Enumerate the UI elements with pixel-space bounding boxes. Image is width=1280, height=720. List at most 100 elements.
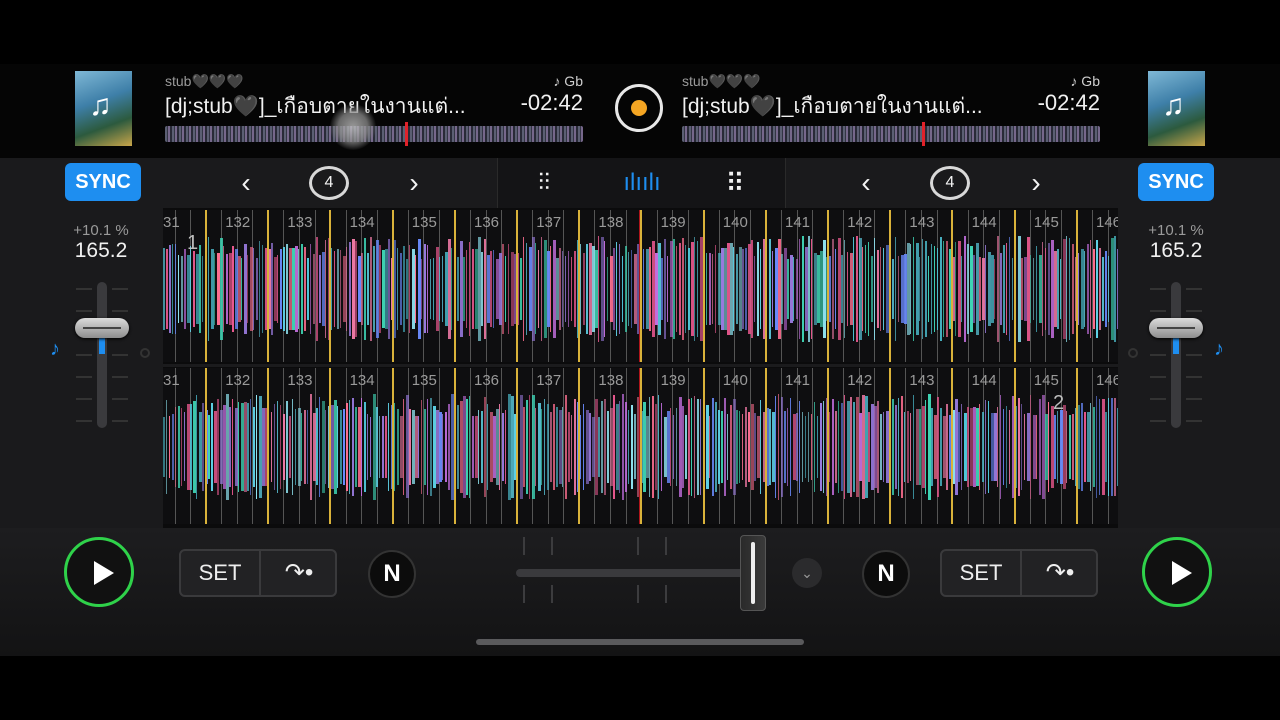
downbeat-marker (827, 210, 829, 362)
downbeat-marker (329, 368, 332, 524)
bar-number-label: 133 (287, 214, 313, 231)
chevron-right-icon[interactable]: › (1021, 164, 1051, 202)
downbeat-marker (951, 368, 954, 524)
sync-button[interactable]: SYNC (1138, 163, 1214, 201)
downbeat-marker (889, 210, 892, 362)
downbeat-marker (205, 368, 207, 524)
bar-number-label: 138 (598, 372, 624, 389)
home-indicator[interactable] (476, 639, 804, 645)
bar-number-label: 140 (722, 214, 748, 231)
time-remaining: -02:42 (520, 90, 583, 115)
bar-number-label: 146 (1096, 214, 1118, 231)
downbeat-marker (516, 368, 518, 524)
downbeat-marker (453, 368, 456, 524)
pitch-fader[interactable] (1171, 282, 1181, 428)
dj-app: ♫ stub🖤🖤🖤 ♪ Gb [dj;stub🖤]_เกือบตายในงานแ… (0, 64, 1280, 656)
sync-button[interactable]: SYNC (65, 163, 141, 201)
overview-playhead (405, 122, 408, 146)
downbeat-marker (578, 368, 581, 524)
bar-number-label: 140 (722, 372, 748, 389)
bar-number-label: 144 (971, 214, 997, 231)
play-icon[interactable] (64, 537, 134, 607)
bar-number-label: 143 (909, 372, 935, 389)
downbeat-marker (640, 368, 643, 524)
play-icon[interactable] (1142, 537, 1212, 607)
top-bar: ♫ stub🖤🖤🖤 ♪ Gb [dj;stub🖤]_เกือบตายในงานแ… (0, 64, 1280, 158)
waveform-deck-1[interactable]: 1 31 132 133 134 135 136 137 138 139 140 141 142 143… (163, 210, 1118, 362)
track-overview-waveform[interactable] (682, 126, 1100, 142)
cue-set-button[interactable]: SET (181, 551, 261, 595)
downbeat-marker (453, 210, 456, 362)
downbeat-marker (702, 368, 705, 524)
bpm-value[interactable]: 165.2 (61, 239, 141, 263)
pitch-fader-handle[interactable] (75, 318, 129, 338)
bar-number-label: 135 (411, 214, 437, 231)
album-art-left[interactable]: ♫ (75, 71, 132, 146)
track-info-left[interactable]: stub🖤🖤🖤 ♪ Gb [dj;stub🖤]_เกือบตายในงานแต่… (165, 72, 583, 150)
bar-number-label: 31 (163, 372, 180, 389)
cue-set-button[interactable]: SET (942, 551, 1022, 595)
track-title: [dj;stub🖤]_เกือบตายในงานแต่... (682, 95, 983, 118)
crossfader-track[interactable] (516, 569, 756, 577)
bar-number-label: 141 (785, 214, 811, 231)
bar-number-label: 139 (660, 214, 686, 231)
pitch-reset-dot[interactable] (140, 348, 150, 358)
waveform-deck-2[interactable]: 2 31 132 133 134 135 136 137 138 139 140 141 142 143… (163, 368, 1118, 524)
deck-number: 2 (1053, 392, 1065, 414)
album-art-right[interactable]: ♫ (1148, 71, 1205, 146)
neural-mix-icon[interactable]: N (368, 550, 416, 598)
downbeat-marker (391, 210, 394, 362)
downbeat-marker (329, 210, 332, 362)
bar-number-label: 136 (474, 372, 500, 389)
key-label: ♪ Gb (553, 73, 583, 89)
pitch-fader[interactable] (97, 282, 107, 428)
music-note-icon: ♫ (1162, 89, 1185, 122)
record-icon[interactable] (615, 84, 663, 132)
jump-icon[interactable]: ↷• (261, 551, 337, 595)
jump-icon[interactable]: ↷• (1022, 551, 1098, 595)
crossfader-handle[interactable] (740, 535, 766, 611)
loop-icon[interactable]: 4 (309, 166, 349, 200)
pitch-percent: +10.1 % (73, 222, 129, 239)
track-info-right[interactable]: stub🖤🖤🖤 ♪ Gb [dj;stub🖤]_เกือบตายในงานแต่… (682, 72, 1100, 146)
time-remaining: -02:42 (1037, 90, 1100, 115)
chevron-left-icon[interactable]: ‹ (851, 164, 881, 202)
cue-control-right: SET ↷• (940, 549, 1098, 597)
bar-number-label: 142 (847, 372, 873, 389)
loop-icon[interactable]: 4 (930, 166, 970, 200)
pitch-fader-handle[interactable] (1149, 318, 1203, 338)
bar-number-label: 137 (536, 214, 562, 231)
grid-icon[interactable]: ⠿ (718, 164, 752, 202)
cue-control-left: SET ↷• (179, 549, 337, 597)
deck-number: 1 (187, 232, 199, 254)
waveform-icon[interactable]: ılıılı (622, 164, 662, 202)
bar-number-label: 142 (847, 214, 873, 231)
downbeat-marker (951, 210, 954, 362)
bpm-value[interactable]: 165.2 (1136, 239, 1216, 263)
downbeat-marker (1075, 210, 1078, 362)
chevron-right-icon[interactable]: › (399, 164, 429, 202)
key-lock-icon[interactable]: ♪ (50, 338, 60, 361)
mixer-icon[interactable]: ⫶⫶ (526, 164, 562, 202)
downbeat-marker (764, 368, 767, 524)
neural-mix-icon[interactable]: N (862, 550, 910, 598)
chevron-down-icon[interactable]: ⌄ (792, 558, 822, 588)
bar-number-label: 135 (411, 372, 437, 389)
artist-label: stub🖤🖤🖤 (682, 73, 761, 89)
bar-number-label: 136 (474, 214, 500, 231)
bar-number-label: 134 (349, 214, 375, 231)
deck-controls-left: SYNC +10.1 % 165.2 ♪ ⫶⫶ (0, 158, 163, 579)
downbeat-marker (205, 210, 207, 362)
pitch-reset-dot[interactable] (1128, 348, 1138, 358)
view-switcher: ⫶⫶ ılıılı ⠿ (497, 158, 786, 208)
bar-number-label: 134 (349, 372, 375, 389)
bar-number-label: 141 (785, 372, 811, 389)
downbeat-marker (702, 210, 705, 362)
bar-number-label: 138 (598, 214, 624, 231)
chevron-left-icon[interactable]: ‹ (231, 164, 261, 202)
bar-number-label: 144 (971, 372, 997, 389)
navigation-strip: ‹ 4 › ⫶⫶ ılıılı ⠿ ‹ 4 › (163, 158, 1118, 208)
deck-controls-right: SYNC +10.1 % 165.2 ♪ ⫶⫶ (1118, 158, 1280, 579)
key-lock-icon[interactable]: ♪ (1214, 338, 1224, 361)
pitch-fader-fill (1173, 338, 1179, 354)
